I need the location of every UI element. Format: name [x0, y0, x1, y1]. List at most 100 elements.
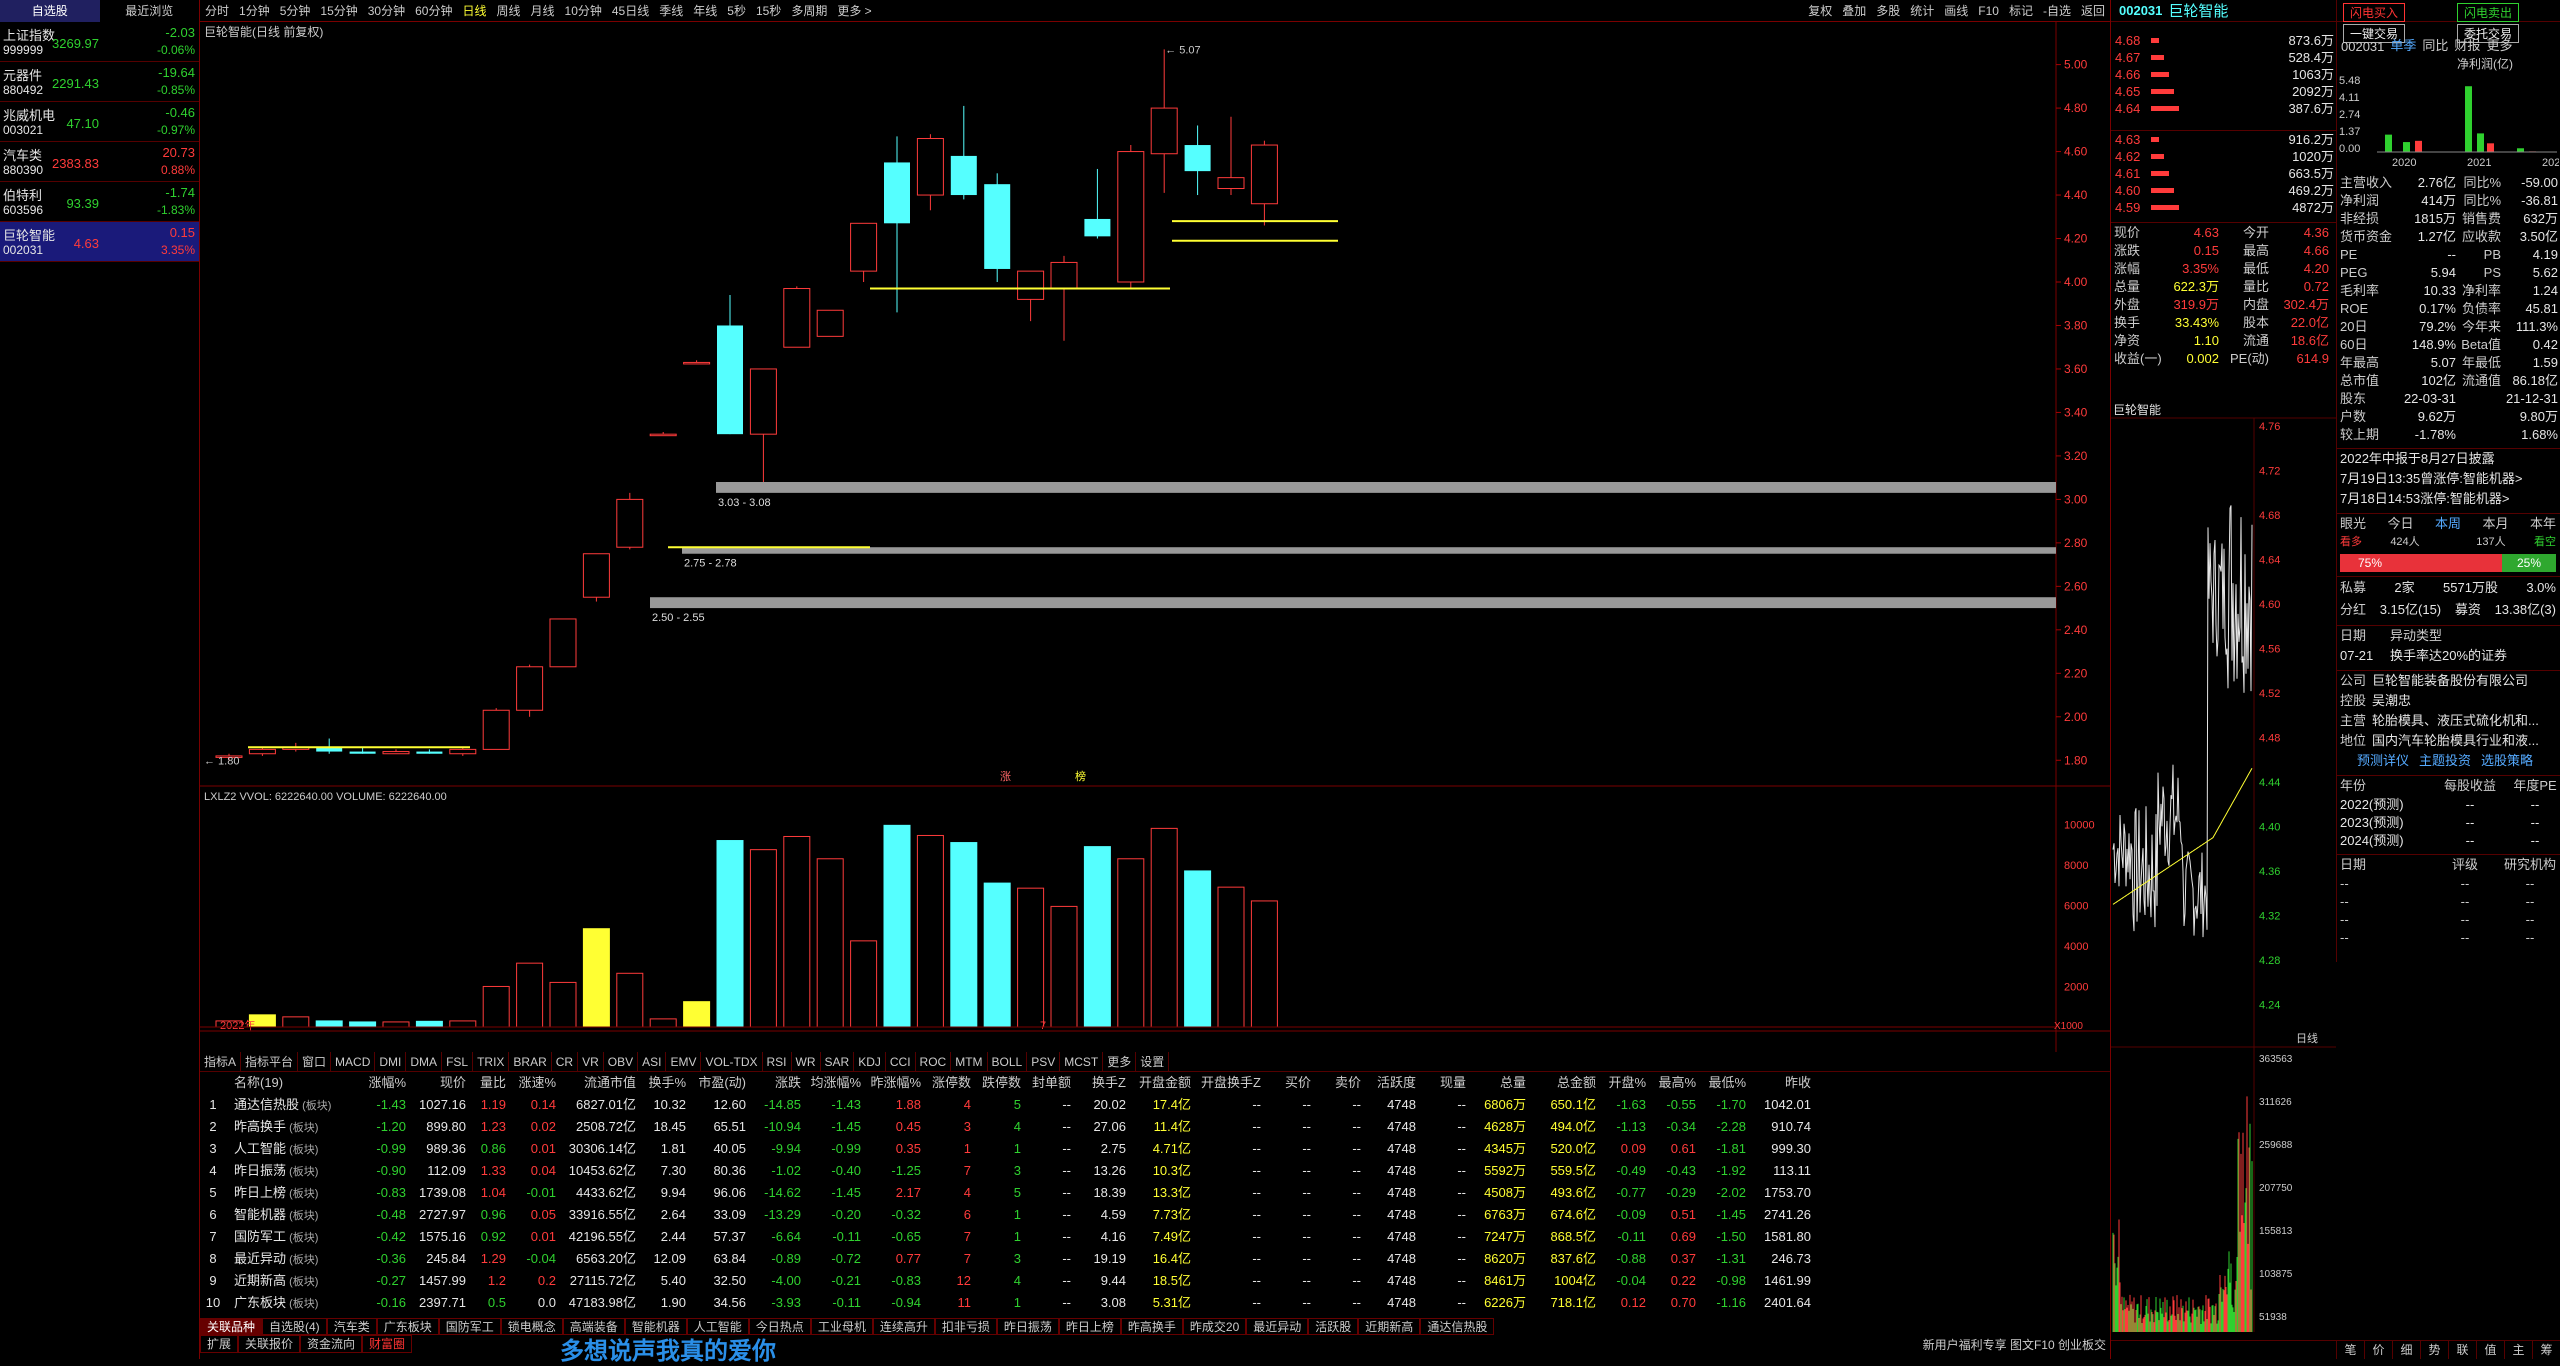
toolbar-action[interactable]: 叠加	[1837, 2, 1871, 19]
link[interactable]: 主题投资	[2419, 751, 2471, 771]
table-row[interactable]: 10 广东板块 (板块) -0.16 2397.71 0.5 0.0 47183.98亿 1.…	[200, 1292, 2110, 1314]
sector-tab[interactable]: 锁电概念	[500, 1318, 563, 1335]
period-tab[interactable]: 分时	[200, 2, 234, 19]
sector-tab[interactable]: 活跃股	[1308, 1318, 1359, 1335]
table-row[interactable]: 7 国防军工 (板块) -0.42 1575.16 0.92 0.01 42196.55亿 2…	[200, 1226, 2110, 1248]
eye-tab[interactable]: 本周	[2435, 514, 2461, 534]
period-tab[interactable]: 日线	[457, 2, 491, 19]
period-tab[interactable]: 15秒	[751, 2, 786, 19]
sector-tab[interactable]: 汽车类	[326, 1318, 377, 1335]
news-item[interactable]: 7月19日13:35曾涨停:智能机器>	[2340, 469, 2560, 489]
indicator-tab[interactable]: TRIX	[473, 1052, 510, 1071]
indicator-tab[interactable]: ASI	[638, 1052, 667, 1071]
watchlist-item[interactable]: 上证指数 999999 3269.97 -2.03 -0.06%	[0, 22, 199, 62]
flash-sell-button[interactable]: 闪电卖出	[2457, 3, 2520, 22]
orderbook-row[interactable]: 4.63 916.2万	[2111, 131, 2336, 148]
indicator-tab[interactable]: SAR	[821, 1052, 855, 1071]
eye-tab[interactable]: 本年	[2530, 514, 2556, 534]
orderbook-row[interactable]: 4.59 4872万	[2111, 199, 2336, 216]
toolbar-action[interactable]: F10	[1973, 4, 2004, 18]
tab-recent[interactable]: 最近浏览	[100, 0, 200, 22]
indicator-tab[interactable]: FSL	[442, 1052, 474, 1071]
column-header[interactable]: 量比	[470, 1072, 510, 1094]
indicator-tab[interactable]: BOLL	[988, 1052, 1028, 1071]
orderbook-row[interactable]: 4.60 469.2万	[2111, 182, 2336, 199]
indicator-tab[interactable]: 更多	[1103, 1052, 1137, 1071]
column-header[interactable]: 涨幅%	[360, 1072, 410, 1094]
column-header[interactable]: 封单额	[1025, 1072, 1075, 1094]
indicator-tab[interactable]: PSV	[1027, 1052, 1061, 1071]
period-tab[interactable]: 5分钟	[275, 2, 316, 19]
table-row[interactable]: 4 昨日振荡 (板块) -0.90 112.09 1.33 0.04 10453.62亿 7.…	[200, 1160, 2110, 1182]
sector-tab[interactable]: 关联品种	[200, 1318, 263, 1335]
sector-tab[interactable]: 昨日振荡	[996, 1318, 1059, 1335]
column-header[interactable]: 涨停数	[925, 1072, 975, 1094]
column-header[interactable]: 换手%	[640, 1072, 690, 1094]
watchlist-item[interactable]: 汽车类 880390 2383.83 20.73 0.88%	[0, 142, 199, 182]
column-header[interactable]: 活跃度	[1365, 1072, 1420, 1094]
sector-tab[interactable]: 工业母机	[810, 1318, 873, 1335]
column-header[interactable]: 最低%	[1700, 1072, 1750, 1094]
fin-tab[interactable]: 同比	[2422, 35, 2448, 54]
indicator-tab[interactable]: MCST	[1060, 1052, 1104, 1071]
column-header[interactable]: 买价	[1265, 1072, 1315, 1094]
column-header[interactable]: 卖价	[1315, 1072, 1365, 1094]
fin-tab[interactable]: 更多	[2486, 35, 2512, 54]
indicator-tab[interactable]: KDJ	[854, 1052, 886, 1071]
column-header[interactable]	[200, 1072, 230, 1094]
period-tab[interactable]: 5秒	[722, 2, 751, 19]
detail-tab[interactable]: 值	[2476, 1341, 2504, 1359]
indicator-tab[interactable]: CR	[552, 1052, 579, 1071]
detail-tab[interactable]: 势	[2420, 1341, 2448, 1359]
table-row[interactable]: 5 昨日上榜 (板块) -0.83 1739.08 1.04 -0.01 4433.62亿 9…	[200, 1182, 2110, 1204]
fin-tab[interactable]: 单季	[2390, 35, 2416, 54]
link[interactable]: 预测详仪	[2357, 751, 2409, 771]
table-row[interactable]: 8 最近异动 (板块) -0.36 245.84 1.29 -0.04 6563.20亿 12…	[200, 1248, 2110, 1270]
period-tab[interactable]: 45日线	[607, 2, 654, 19]
column-header[interactable]: 昨涨幅%	[865, 1072, 925, 1094]
indicator-tab[interactable]: 指标平台	[241, 1052, 299, 1071]
column-header[interactable]: 流通市值	[560, 1072, 640, 1094]
column-header[interactable]: 现价	[410, 1072, 470, 1094]
watchlist-item[interactable]: 伯特利 603596 93.39 -1.74 -1.83%	[0, 182, 199, 222]
column-header[interactable]: 昨收	[1750, 1072, 1815, 1094]
toolbar-action[interactable]: -自选	[2038, 2, 2076, 19]
period-tab[interactable]: 60分钟	[410, 2, 457, 19]
indicator-tab[interactable]: EMV	[666, 1052, 702, 1071]
fin-tab[interactable]: 财报	[2454, 35, 2480, 54]
column-header[interactable]: 总量	[1470, 1072, 1530, 1094]
orderbook-row[interactable]: 4.67 528.4万	[2111, 49, 2336, 66]
column-header[interactable]: 均涨幅%	[805, 1072, 865, 1094]
period-tab[interactable]: 15分钟	[315, 2, 362, 19]
indicator-tab[interactable]: MTM	[951, 1052, 988, 1071]
watchlist-item[interactable]: 元器件 880492 2291.43 -19.64 -0.85%	[0, 62, 199, 102]
indicator-tab[interactable]: CCI	[886, 1052, 916, 1071]
table-row[interactable]: 1 通达信热股 (板块) -1.43 1027.16 1.19 0.14 6827.01亿 1…	[200, 1094, 2110, 1116]
toolbar-action[interactable]: 标记	[2004, 2, 2038, 19]
column-header[interactable]: 市盈(动)	[690, 1072, 750, 1094]
period-tab[interactable]: 更多 >	[832, 2, 876, 19]
indicator-tab[interactable]: 窗口	[298, 1052, 332, 1071]
watchlist-item[interactable]: 巨轮智能 002031 4.63 0.15 3.35%	[0, 222, 199, 262]
period-tab[interactable]: 季线	[654, 2, 688, 19]
indicator-tab[interactable]: VOL-TDX	[701, 1052, 763, 1071]
indicator-tab[interactable]: WR	[792, 1052, 821, 1071]
period-tab[interactable]: 10分钟	[560, 2, 607, 19]
detail-tab[interactable]: 联	[2448, 1341, 2476, 1359]
toolbar-action[interactable]: 统计	[1905, 2, 1939, 19]
detail-tab[interactable]: 价	[2364, 1341, 2392, 1359]
detail-tab[interactable]: 笔	[2336, 1341, 2364, 1359]
column-header[interactable]: 现量	[1420, 1072, 1470, 1094]
detail-tab[interactable]: 筹	[2532, 1341, 2560, 1359]
flash-buy-button[interactable]: 闪电买入	[2343, 3, 2406, 22]
column-header[interactable]: 涨速%	[510, 1072, 560, 1094]
indicator-tab[interactable]: OBV	[604, 1052, 639, 1071]
fin-tab[interactable]: 002031	[2341, 39, 2384, 54]
aux-tab[interactable]: 关联报价	[238, 1335, 301, 1353]
table-row[interactable]: 2 昨高换手 (板块) -1.20 899.80 1.23 0.02 2508.72亿 18.…	[200, 1116, 2110, 1138]
indicator-tab[interactable]: BRAR	[509, 1052, 552, 1071]
period-tab[interactable]: 月线	[526, 2, 560, 19]
period-tab[interactable]: 多周期	[786, 2, 832, 19]
table-row[interactable]: 6 智能机器 (板块) -0.48 2727.97 0.96 0.05 33916.55亿 2…	[200, 1204, 2110, 1226]
sector-tab[interactable]: 昨日上榜	[1058, 1318, 1121, 1335]
